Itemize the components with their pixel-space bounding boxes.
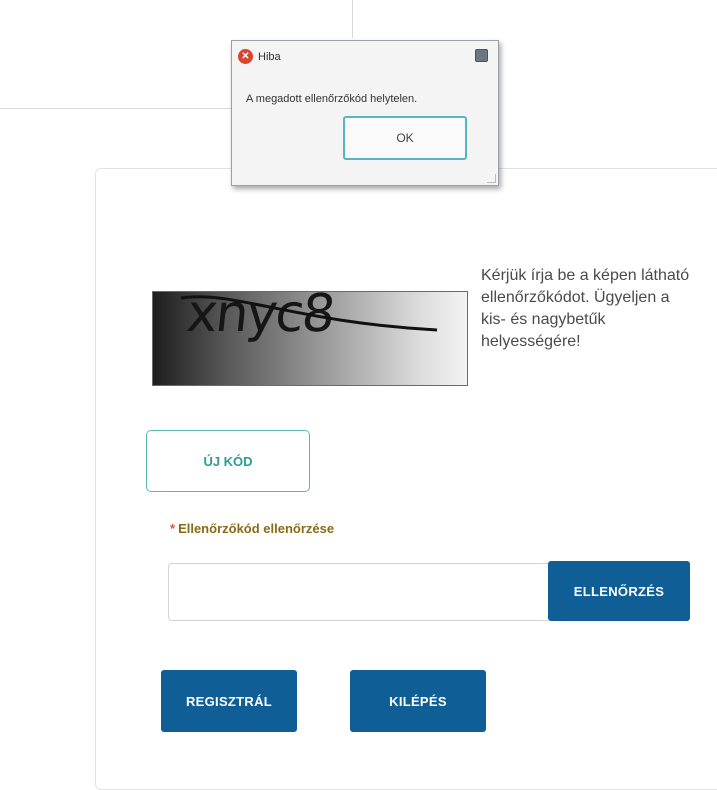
dialog-message: A megadott ellenőrzőkód helytelen. [246, 93, 418, 105]
background-divider [352, 0, 353, 38]
dialog-title: Hiba [258, 50, 281, 63]
check-button[interactable]: ELLENŐRZÉS [548, 561, 690, 621]
code-field-label-text: Ellenőrzőkód ellenőrzése [178, 521, 335, 536]
captcha-strike-line [180, 295, 438, 332]
exit-button[interactable]: KILÉPÉS [350, 670, 486, 732]
resize-grip[interactable] [487, 174, 496, 183]
ok-button[interactable]: OK [343, 116, 467, 160]
error-dialog: ✕ Hiba A megadott ellenőrzőkód helytelen… [231, 40, 499, 186]
background-divider [0, 108, 232, 109]
captcha-code-input[interactable] [168, 563, 548, 621]
register-button[interactable]: REGISZTRÁL [161, 670, 297, 732]
code-field-label: * Ellenőrzőkód ellenőrzése [170, 521, 334, 536]
close-icon[interactable] [475, 49, 488, 62]
captcha-image: xnyc8 [152, 291, 468, 386]
dialog-title-bar: ✕ Hiba [238, 49, 281, 64]
new-code-button[interactable]: ÚJ KÓD [146, 430, 310, 492]
required-mark: * [170, 521, 176, 536]
captcha-hint: Kérjük írja be a képen látható ellenőrző… [481, 267, 690, 350]
error-icon: ✕ [238, 49, 253, 64]
